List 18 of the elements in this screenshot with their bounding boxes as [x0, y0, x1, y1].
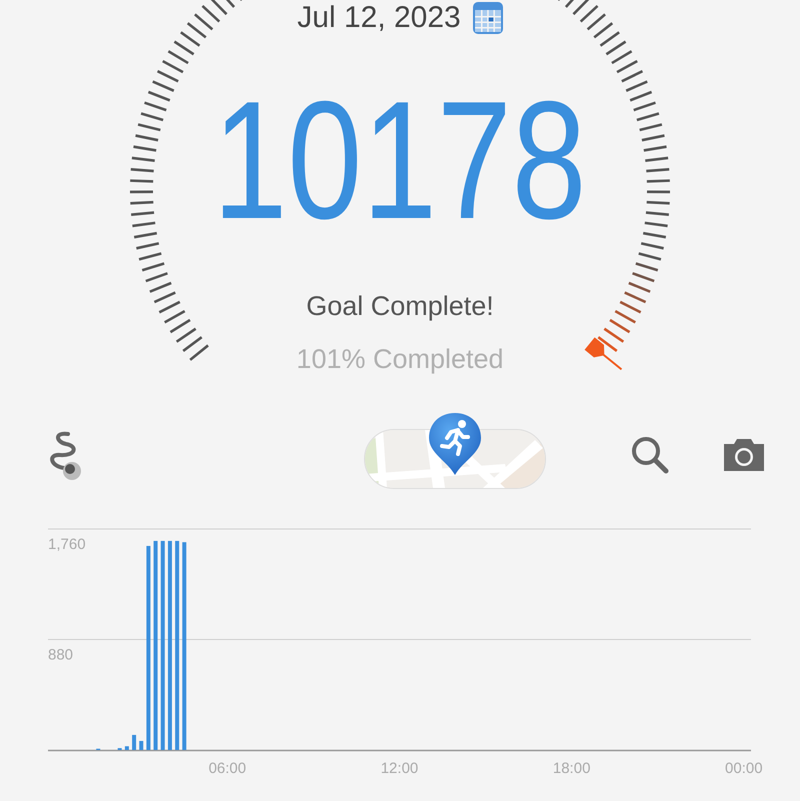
- x-axis-label: 18:00: [552, 760, 590, 777]
- y-axis-label: 1,760: [48, 536, 86, 553]
- goal-status: Goal Complete!: [306, 291, 494, 322]
- step-count: 10178: [213, 76, 587, 244]
- x-axis-label: 06:00: [208, 760, 246, 777]
- x-axis-label: 00:00: [725, 760, 763, 777]
- calendar-icon[interactable]: [472, 2, 503, 34]
- camera-icon[interactable]: [722, 438, 766, 472]
- progress-percent: 101% Completed: [296, 344, 504, 375]
- chart-bar: [124, 746, 129, 750]
- chart-bar: [139, 740, 144, 750]
- gauge-marker: [584, 337, 622, 370]
- runner-pin-icon: [427, 411, 483, 477]
- x-axis-label: 12:00: [380, 760, 418, 777]
- search-icon[interactable]: [630, 435, 670, 475]
- y-axis-label: 880: [48, 646, 74, 664]
- chart-bar: [132, 734, 136, 750]
- date-label: Jul 12, 2023: [297, 1, 461, 35]
